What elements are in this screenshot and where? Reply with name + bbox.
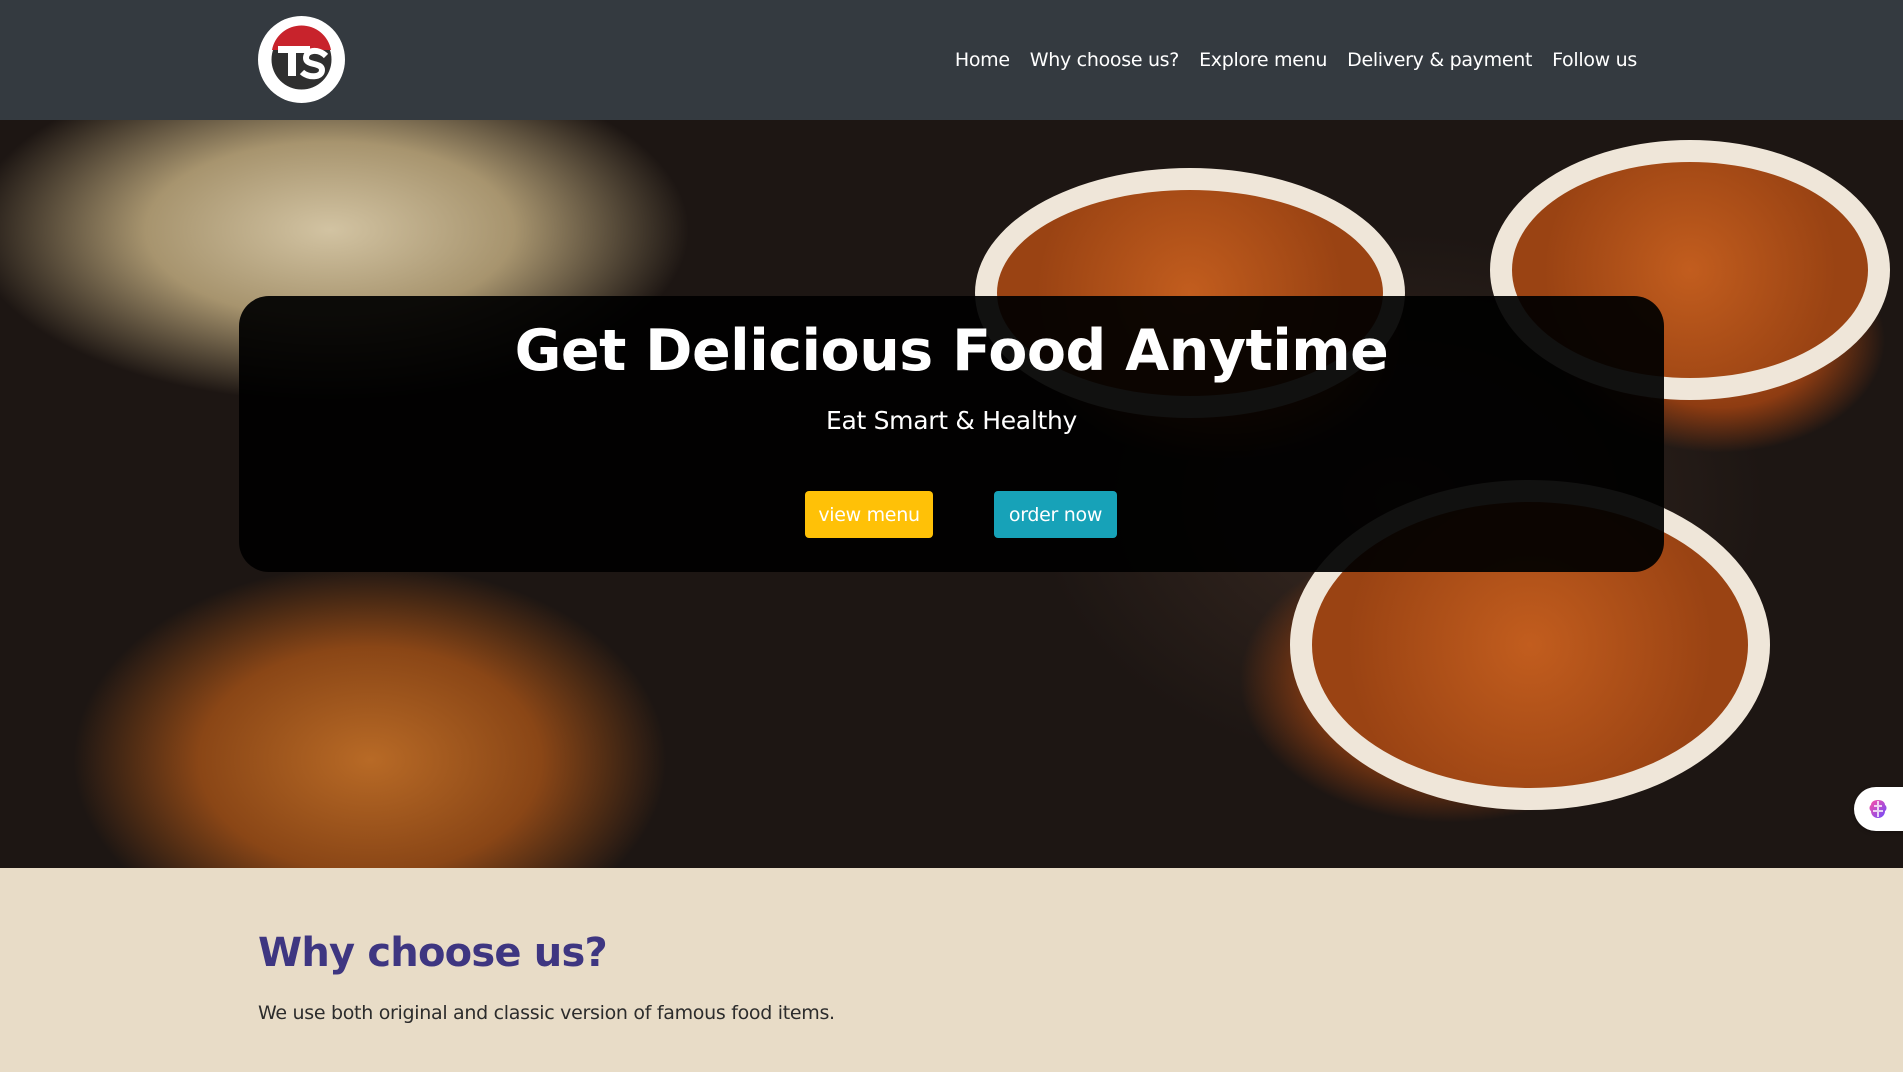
ts-logo-icon[interactable] [258,16,345,103]
hero-section: Get Delicious Food Anytime Eat Smart & H… [0,120,1903,868]
why-choose-us-section: Why choose us? We use both original and … [0,868,1903,1072]
view-menu-button[interactable]: view menu [805,491,933,538]
why-description: We use both original and classic version… [258,1002,835,1024]
order-now-button[interactable]: order now [994,491,1117,538]
nav-why-choose-us[interactable]: Why choose us? [1030,49,1180,71]
nav-explore-menu[interactable]: Explore menu [1199,49,1327,71]
nav-delivery-payment[interactable]: Delivery & payment [1347,49,1532,71]
hero-title: Get Delicious Food Anytime [514,318,1389,384]
nav-follow-us[interactable]: Follow us [1552,49,1637,71]
hero-overlay-box: Get Delicious Food Anytime Eat Smart & H… [239,296,1664,572]
hero-subtitle: Eat Smart & Healthy [825,406,1078,435]
nav-links: Home Why choose us? Explore menu Deliver… [955,0,1637,120]
nav-home[interactable]: Home [955,49,1010,71]
brain-icon [1869,800,1887,818]
navbar: Home Why choose us? Explore menu Deliver… [0,0,1903,120]
floating-widget[interactable] [1854,787,1903,831]
why-title: Why choose us? [258,930,608,976]
